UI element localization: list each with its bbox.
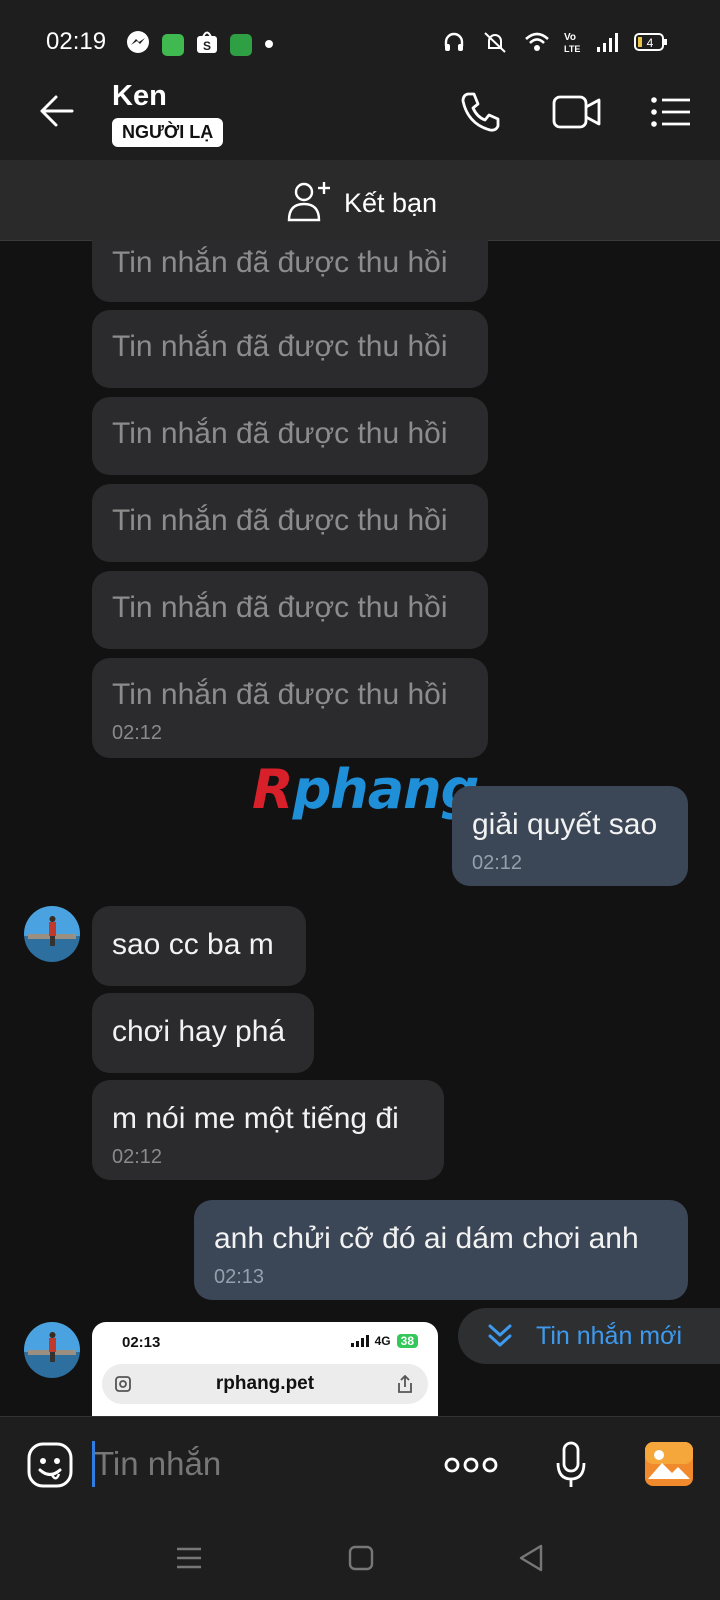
preview-battery: 38 bbox=[396, 1334, 418, 1348]
menu-list-icon[interactable] bbox=[650, 90, 692, 139]
recalled-message[interactable]: Tin nhắn đã được thu hồi bbox=[92, 310, 488, 388]
status-bar: 02:19 S Vo LTE 4 bbox=[0, 0, 720, 64]
add-user-icon bbox=[286, 180, 332, 227]
preview-status-icons: 4G 38 bbox=[350, 1334, 418, 1348]
svg-text:4: 4 bbox=[647, 36, 654, 50]
image-message-preview[interactable]: 02:13 4G 38 rphang.pet bbox=[92, 1322, 438, 1422]
add-friend-button[interactable]: Kết bạn bbox=[286, 180, 437, 227]
add-friend-label: Kết bạn bbox=[344, 188, 438, 218]
scan-icon bbox=[115, 1376, 131, 1392]
message-text: sao cc ba m bbox=[112, 928, 274, 961]
preview-url-bar: rphang.pet bbox=[102, 1364, 428, 1404]
recalled-message[interactable]: Tin nhắn đã được thu hồi bbox=[92, 484, 488, 562]
dot-icon bbox=[264, 36, 274, 54]
recalled-text: Tin nhắn đã được thu hồi bbox=[112, 417, 448, 450]
message-timestamp: 02:12 bbox=[112, 1146, 163, 1168]
mute-icon bbox=[480, 30, 510, 59]
new-messages-button[interactable]: Tin nhắn mới bbox=[458, 1308, 720, 1364]
preview-url: rphang.pet bbox=[215, 1373, 315, 1394]
message-timestamp: 02:12 bbox=[472, 852, 523, 874]
message-timestamp: 02:13 bbox=[214, 1266, 265, 1288]
message-text: chơi hay phá bbox=[112, 1015, 286, 1048]
microphone-icon[interactable] bbox=[554, 1441, 588, 1494]
new-messages-label: Tin nhắn mới bbox=[536, 1322, 683, 1350]
messenger-icon bbox=[126, 30, 150, 59]
message-timestamp: 02:12 bbox=[112, 722, 163, 744]
volte-icon: Vo LTE bbox=[564, 30, 582, 59]
preview-time: 02:13 bbox=[122, 1334, 161, 1351]
contact-avatar[interactable] bbox=[24, 1322, 80, 1378]
recalled-text: Tin nhắn đã được thu hồi bbox=[112, 246, 448, 279]
double-chevron-down-icon bbox=[486, 1322, 514, 1355]
message-text: giải quyết sao bbox=[472, 808, 658, 841]
wifi-icon bbox=[524, 31, 550, 58]
message-list[interactable]: Tin nhắn đã được thu hồi Tin nhắn đã đượ… bbox=[0, 240, 720, 1416]
outgoing-message[interactable]: giải quyết sao 02:12 bbox=[452, 786, 688, 886]
recalled-message[interactable]: Tin nhắn đã được thu hồi 02:12 bbox=[92, 658, 488, 758]
incoming-message[interactable]: chơi hay phá bbox=[92, 993, 314, 1073]
contact-avatar[interactable] bbox=[24, 906, 80, 962]
battery-app-icon bbox=[230, 33, 252, 56]
add-friend-bar: Kết bạn bbox=[0, 160, 720, 241]
grid-app-icon bbox=[162, 33, 184, 56]
status-time: 02:19 bbox=[46, 28, 107, 55]
chat-header: Ken NGƯỜI LẠ bbox=[0, 64, 720, 160]
recalled-message[interactable]: Tin nhắn đã được thu hồi bbox=[92, 397, 488, 475]
message-composer: Tin nhắn bbox=[0, 1416, 720, 1517]
recalled-message[interactable]: Tin nhắn đã được thu hồi bbox=[92, 240, 488, 302]
preview-network: 4G bbox=[374, 1334, 391, 1348]
contact-name[interactable]: Ken bbox=[112, 80, 167, 113]
incoming-message[interactable]: sao cc ba m bbox=[92, 906, 306, 986]
incoming-message[interactable]: m nói me một tiếng đi 02:12 bbox=[92, 1080, 444, 1180]
svg-text:Vo: Vo bbox=[564, 32, 576, 43]
back-arrow-icon[interactable] bbox=[38, 94, 74, 133]
message-text: m nói me một tiếng đi bbox=[112, 1102, 399, 1135]
outgoing-message[interactable]: anh chửi cỡ đó ai dám chơi anh 02:13 bbox=[194, 1200, 688, 1300]
recalled-message[interactable]: Tin nhắn đã được thu hồi bbox=[92, 571, 488, 649]
shopee-icon: S bbox=[196, 30, 218, 59]
share-icon bbox=[398, 1374, 412, 1393]
svg-text:LTE: LTE bbox=[564, 44, 580, 54]
recalled-text: Tin nhắn đã được thu hồi bbox=[112, 678, 448, 711]
svg-text:S: S bbox=[203, 39, 211, 53]
back-nav-icon[interactable] bbox=[518, 1544, 544, 1577]
phone-call-icon[interactable] bbox=[458, 90, 502, 139]
headset-icon bbox=[442, 30, 466, 59]
signal-icon bbox=[596, 31, 620, 58]
sticker-emoji-icon[interactable] bbox=[26, 1441, 74, 1494]
message-text: anh chửi cỡ đó ai dám chơi anh bbox=[214, 1222, 639, 1255]
system-nav-bar bbox=[0, 1516, 720, 1600]
recent-apps-icon[interactable] bbox=[176, 1546, 202, 1575]
home-icon[interactable] bbox=[348, 1545, 374, 1576]
gallery-image-icon[interactable] bbox=[644, 1441, 694, 1492]
message-input[interactable]: Tin nhắn bbox=[94, 1445, 221, 1483]
more-options-icon[interactable] bbox=[444, 1455, 498, 1480]
stranger-badge: NGƯỜI LẠ bbox=[112, 118, 224, 147]
battery-icon: 4 bbox=[634, 32, 668, 57]
recalled-text: Tin nhắn đã được thu hồi bbox=[112, 591, 448, 624]
recalled-text: Tin nhắn đã được thu hồi bbox=[112, 504, 448, 537]
video-call-icon[interactable] bbox=[552, 90, 602, 139]
watermark-logo: Rphang bbox=[252, 758, 479, 821]
recalled-text: Tin nhắn đã được thu hồi bbox=[112, 330, 448, 363]
